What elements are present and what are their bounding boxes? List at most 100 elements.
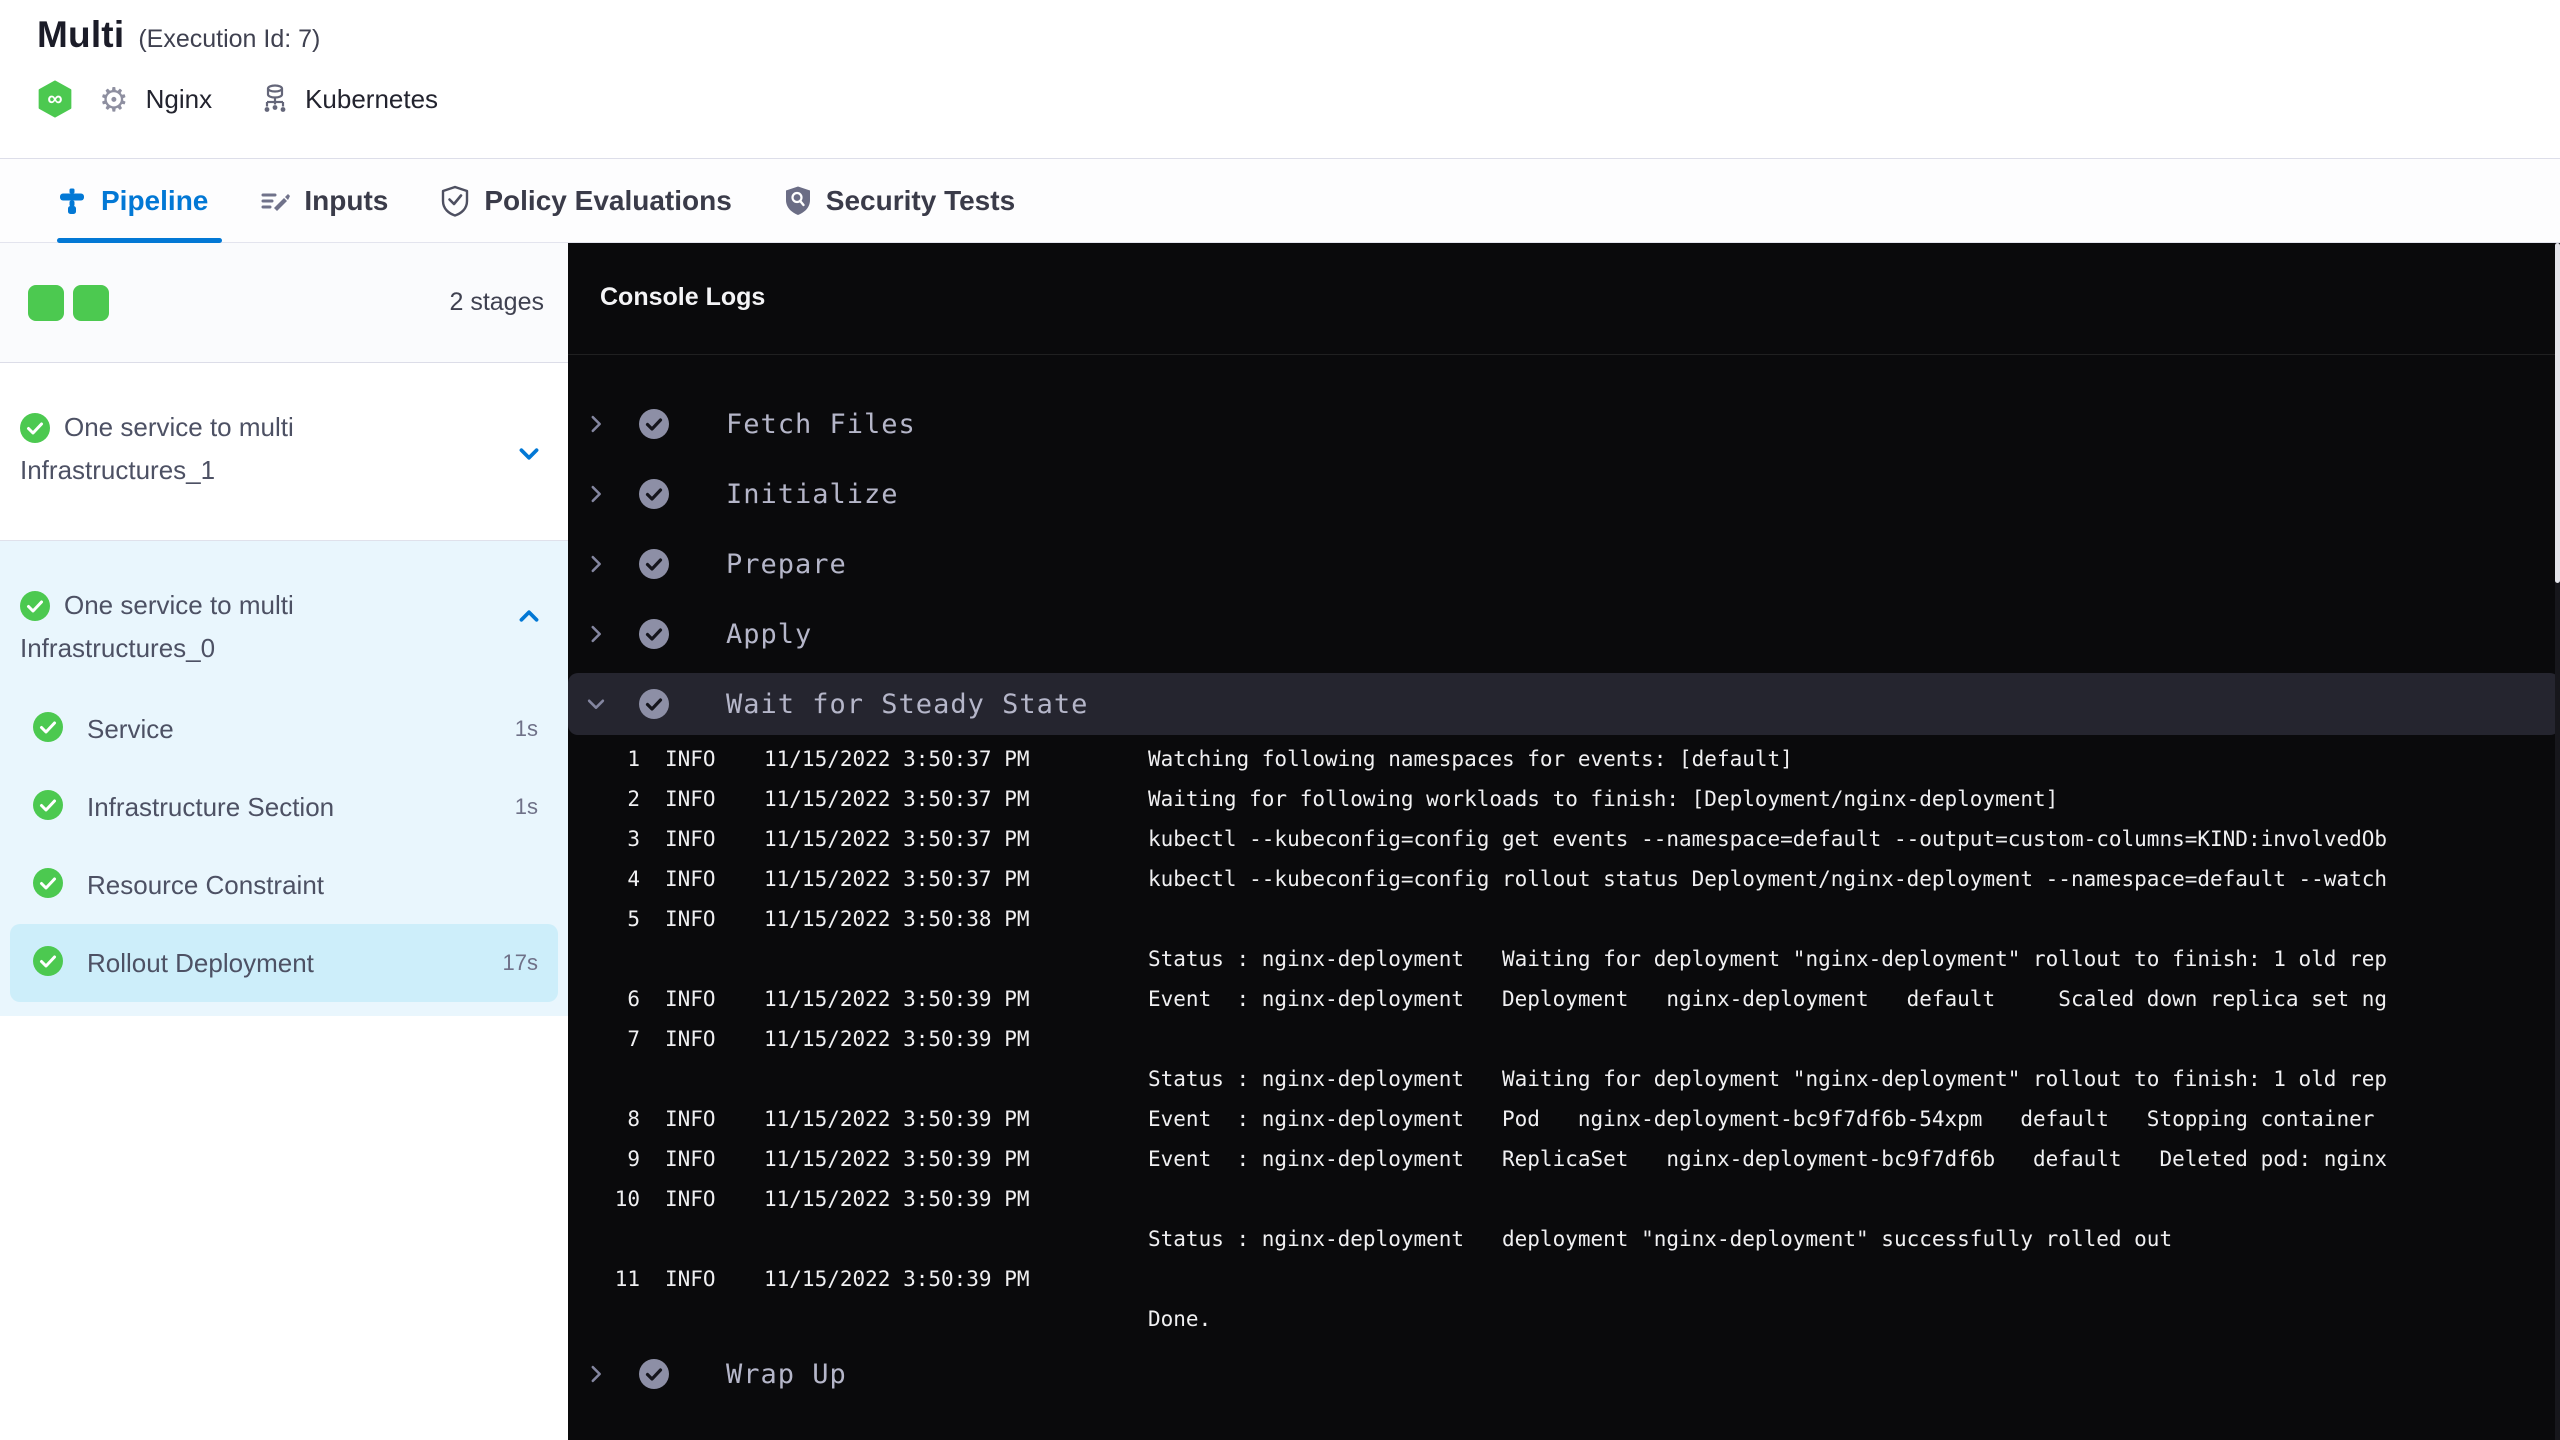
stage-name: One service to multi Infrastructures_1: [20, 412, 294, 485]
infrastructure-chip-label: Kubernetes: [305, 83, 439, 114]
step-success-check-icon: [638, 478, 670, 510]
log-level: INFO: [665, 747, 716, 771]
log-row: 3 INFO 11/15/2022 3:50:37 PM kubectl --kube…: [568, 819, 2560, 859]
step-item-resource-constraint[interactable]: Resource Constraint: [0, 846, 568, 924]
log-timestamp: [764, 1219, 1148, 1259]
expanded-stage-section: One service to multi Infrastructures_0 S…: [0, 541, 568, 1016]
tab-inputs-label: Inputs: [304, 184, 389, 216]
tab-pipeline-label: Pipeline: [101, 184, 209, 216]
log-message: Status : nginx-deployment Waiting for de…: [1148, 947, 2388, 971]
chevron-right-icon[interactable]: [584, 483, 608, 505]
chevron-right-icon[interactable]: [584, 623, 608, 645]
log-level: INFO: [665, 1147, 716, 1171]
console-step-apply[interactable]: Apply: [568, 599, 2560, 669]
stage-name: One service to multi Infrastructures_0: [20, 590, 294, 663]
chevron-right-icon[interactable]: [584, 553, 608, 575]
infrastructure-chip[interactable]: Kubernetes: [258, 82, 438, 116]
log-row: Done.: [568, 1299, 2560, 1339]
log-level: INFO: [665, 1187, 716, 1211]
step-success-check-icon: [638, 618, 670, 650]
console-step-label: Apply: [726, 618, 813, 650]
log-message: [1148, 899, 2560, 939]
step-item-rollout-deployment[interactable]: Rollout Deployment 17s: [10, 924, 558, 1002]
log-timestamp: 11/15/2022 3:50:37 PM: [764, 827, 1030, 851]
log-timestamp: [764, 939, 1148, 979]
log-row: Status : nginx-deployment Waiting for de…: [568, 1059, 2560, 1099]
console-steps: Fetch Files Initialize Prepare Apply Wai…: [568, 355, 2560, 1409]
log-level: INFO: [665, 1027, 716, 1051]
log-line-number: [568, 1219, 640, 1259]
console-step-wrap-up[interactable]: Wrap Up: [568, 1339, 2560, 1409]
chevron-up-icon[interactable]: [516, 603, 542, 634]
log-line-number: 10: [614, 1187, 640, 1211]
log-level: INFO: [665, 787, 716, 811]
log-level: [640, 1299, 764, 1339]
page-title: Multi: [37, 14, 125, 55]
console-step-wait-for-steady-state[interactable]: Wait for Steady State: [568, 673, 2560, 735]
stage-count: 2 stages: [449, 288, 544, 316]
tab-pipeline[interactable]: Pipeline: [57, 185, 208, 217]
chevron-right-icon[interactable]: [584, 413, 608, 435]
chevron-right-icon[interactable]: [584, 1363, 608, 1385]
log-line-number: 5: [627, 907, 640, 931]
step-duration: 17s: [502, 950, 538, 975]
pipeline-execution-page: Multi (Execution Id: 7) ∞ ⚙ Nginx Kubern…: [0, 0, 2560, 1440]
log-message: [1148, 1259, 2560, 1299]
log-row: 7 INFO 11/15/2022 3:50:39 PM: [568, 1019, 2560, 1059]
success-check-icon: [20, 413, 50, 452]
log-level: INFO: [665, 1267, 716, 1291]
chips-row: ∞ ⚙ Nginx Kubernetes: [37, 80, 2560, 118]
step-label: Resource Constraint: [87, 869, 324, 900]
stages-sidebar: 2 stages One service to multi Infrastruc…: [0, 243, 568, 1440]
log-line-number: [568, 939, 640, 979]
log-message: kubectl --kubeconfig=config rollout stat…: [1148, 867, 2388, 891]
log-message: [1148, 1179, 2560, 1219]
log-message: Waiting for following workloads to finis…: [1148, 787, 2059, 811]
title-row: Multi (Execution Id: 7): [37, 14, 2560, 56]
console-step-prepare[interactable]: Prepare: [568, 529, 2560, 599]
tab-security-tests[interactable]: Security Tests: [784, 185, 1015, 217]
log-message: Event : nginx-deployment Pod nginx-deplo…: [1148, 1107, 2388, 1131]
stage-item-infrastructures-1[interactable]: One service to multi Infrastructures_1: [0, 363, 568, 541]
log-line-number: 1: [627, 747, 640, 771]
console-step-initialize[interactable]: Initialize: [568, 459, 2560, 529]
log-line-number: 11: [614, 1267, 640, 1291]
console-step-label: Initialize: [726, 478, 899, 510]
chevron-down-icon[interactable]: [516, 441, 542, 472]
log-timestamp: [764, 1299, 1148, 1339]
console-step-label: Wrap Up: [726, 1358, 847, 1390]
kubernetes-icon: [264, 84, 286, 112]
log-timestamp: 11/15/2022 3:50:39 PM: [764, 1187, 1030, 1211]
log-lines: 1 INFO 11/15/2022 3:50:37 PM Watching follo…: [568, 739, 2560, 1339]
console-scrollbar-thumb[interactable]: [2555, 243, 2560, 583]
console-step-label: Fetch Files: [726, 408, 916, 440]
log-row: 6 INFO 11/15/2022 3:50:39 PM Event : nginx-…: [568, 979, 2560, 1019]
stage-status-square-2[interactable]: [73, 284, 109, 321]
stages-summary-bar: 2 stages: [0, 243, 568, 363]
step-item-infrastructure-section[interactable]: Infrastructure Section 1s: [0, 768, 568, 846]
log-level: [640, 1059, 764, 1099]
log-line-number: 2: [627, 787, 640, 811]
step-list: Service 1s Infrastructure Section 1s Res…: [0, 690, 568, 1002]
log-level: INFO: [665, 1107, 716, 1131]
log-message: Event : nginx-deployment Deployment ngin…: [1148, 987, 2388, 1011]
log-row: 10 INFO 11/15/2022 3:50:39 PM: [568, 1179, 2560, 1219]
chevron-down-icon[interactable]: [584, 693, 608, 715]
svg-text:∞: ∞: [47, 87, 62, 110]
success-check-icon: [20, 591, 50, 630]
log-timestamp: 11/15/2022 3:50:39 PM: [764, 1107, 1030, 1131]
success-check-icon: [33, 711, 63, 747]
console-step-fetch-files[interactable]: Fetch Files: [568, 389, 2560, 459]
log-level: [640, 939, 764, 979]
tab-inputs[interactable]: Inputs: [260, 185, 388, 217]
stage-item-infrastructures-0[interactable]: One service to multi Infrastructures_0: [0, 587, 568, 666]
tab-policy-evaluations[interactable]: Policy Evaluations: [440, 185, 732, 217]
console-step-label: Prepare: [726, 548, 847, 580]
log-row: 2 INFO 11/15/2022 3:50:37 PM Waiting for fo…: [568, 779, 2560, 819]
log-level: INFO: [665, 867, 716, 891]
service-chip[interactable]: ⚙ Nginx: [99, 83, 212, 116]
step-item-service[interactable]: Service 1s: [0, 690, 568, 768]
log-message: Done.: [1148, 1307, 1212, 1331]
stage-status-square-1[interactable]: [28, 284, 64, 321]
tab-security-tests-label: Security Tests: [825, 184, 1016, 216]
